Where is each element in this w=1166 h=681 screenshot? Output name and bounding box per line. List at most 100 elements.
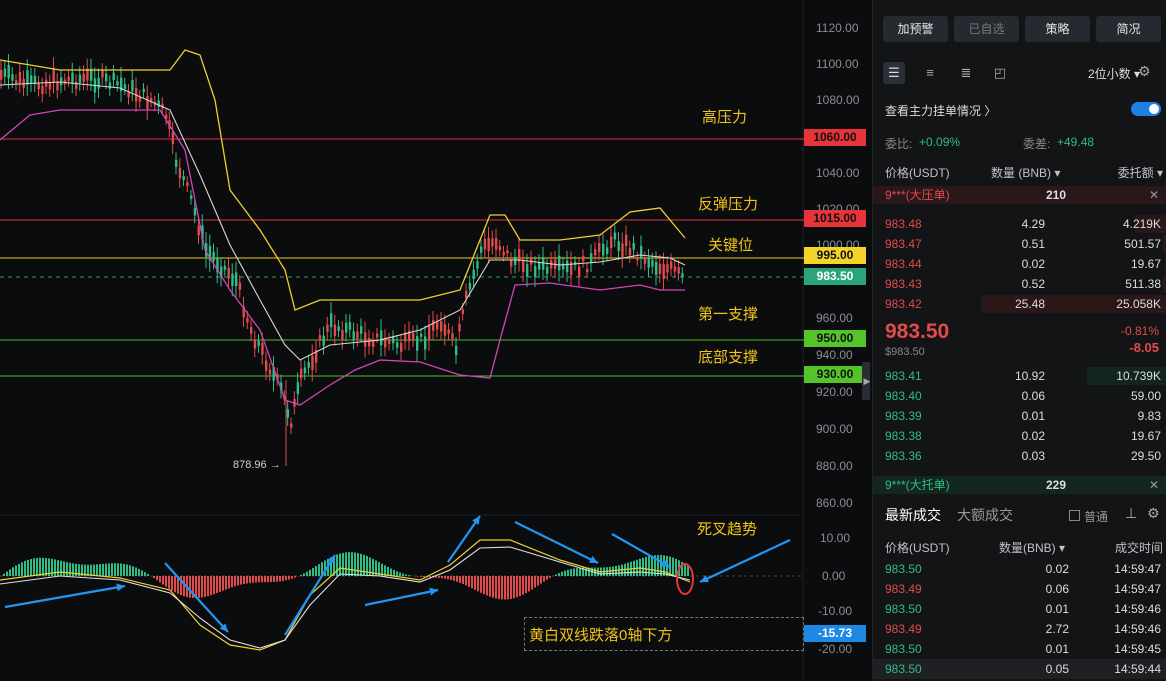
close-icon[interactable]: ✕ (1149, 476, 1159, 494)
bid-row[interactable]: 983.40 0.06 59.00 (873, 386, 1166, 406)
candle-body (105, 73, 108, 82)
macd-histogram-bar (105, 563, 107, 576)
candle-body (613, 232, 617, 240)
bid-total: 29.50 (1130, 449, 1161, 463)
candle-body (602, 243, 605, 256)
macd-histogram-bar (162, 576, 164, 585)
ask-price: 983.48 (885, 217, 922, 231)
macd-histogram-bar (90, 564, 92, 576)
candle-body (566, 260, 569, 273)
trade-row: 983.49 2.72 14:59:46 (873, 619, 1166, 639)
macd-histogram-bar (687, 565, 689, 576)
macd-histogram-bar (543, 576, 545, 582)
candle-body (190, 195, 193, 199)
candle-body (341, 330, 344, 341)
favorited-button[interactable]: 已自选 (954, 16, 1019, 42)
bid-row[interactable]: 983.38 0.02 19.67 (873, 426, 1166, 446)
macd-histogram-bar (513, 576, 515, 599)
price-chart-area[interactable]: 1120.00 1100.00 1080.00 1040.00 1020.00 … (0, 0, 870, 681)
overview-button[interactable]: 简况 (1096, 16, 1161, 42)
arrow-head (429, 587, 438, 596)
bid-row[interactable]: 983.39 0.01 9.83 (873, 406, 1166, 426)
candle-body (461, 309, 465, 315)
trade-price: 983.49 (885, 582, 922, 596)
depth-chart-icon[interactable]: ◰ (989, 62, 1011, 84)
tab-latest-trades[interactable]: 最新成交 (885, 505, 941, 525)
macd-histogram-bar (348, 552, 350, 576)
candle-body (52, 68, 55, 83)
candle-body (78, 74, 82, 83)
ask-row[interactable]: 983.44 0.02 19.67 (873, 254, 1166, 274)
filter-icon[interactable]: ⊥ (1125, 505, 1137, 522)
arrow-head (116, 583, 125, 592)
macd-histogram-bar (258, 576, 260, 583)
macd-histogram-bar (468, 576, 470, 587)
ask-row[interactable]: 983.43 0.52 511.38 (873, 274, 1166, 294)
candle-body (257, 340, 260, 347)
orderbook-asks-view-icon[interactable]: ≣ (955, 62, 977, 84)
macd-histogram-bar (306, 571, 308, 576)
candle-body (640, 245, 643, 259)
ask-row[interactable]: 983.48 4.29 4.219K (873, 214, 1166, 234)
candle-body (468, 282, 472, 290)
ask-row[interactable]: 983.47 0.51 501.57 (873, 234, 1166, 254)
macd-histogram-bar (171, 576, 173, 591)
candle-body (428, 325, 431, 340)
big-ask-order[interactable]: 9***(大压单) 210 ✕ (873, 186, 1166, 204)
gear-icon[interactable]: ⚙ (1138, 63, 1151, 80)
trades-qty-header[interactable]: 数量(BNB) ▾ (999, 539, 1065, 556)
candle-body (101, 70, 104, 78)
last-price: 983.50 (885, 320, 950, 343)
y-axis-label: 1080.00 (816, 93, 860, 107)
main-orders-toggle[interactable] (1131, 102, 1161, 116)
candle-body (558, 255, 561, 271)
macd-histogram-bar (3, 573, 5, 576)
trade-row: 983.50 0.01 14:59:46 (873, 599, 1166, 619)
bid-qty: 10.92 (1014, 369, 1045, 383)
ask-row[interactable]: 983.42 25.48 25.058K (873, 294, 1166, 314)
ask-total: 19.67 (1130, 257, 1161, 271)
checkbox-icon[interactable] (1069, 510, 1080, 521)
ask-qty: 0.52 (1021, 277, 1045, 291)
tab-large-trades[interactable]: 大额成交 (957, 505, 1013, 525)
decimals-dropdown[interactable]: 2位小数 ▾ (1088, 65, 1140, 82)
macd-histogram-bar (315, 566, 317, 576)
main-orders-link[interactable]: 查看主力挂单情况 〉 (885, 102, 996, 119)
macd-histogram-bar (216, 576, 218, 594)
y-axis-label: 1100.00 (816, 57, 859, 71)
candle-body (388, 339, 391, 344)
trades-tabs: 最新成交 大额成交 普通 ⊥ ⚙ (885, 505, 1163, 525)
trade-row: 983.50 0.02 14:59:47 (873, 559, 1166, 579)
normal-filter[interactable]: 普通 (1069, 508, 1108, 525)
macd-histogram-bar (279, 576, 281, 582)
candle-body (142, 88, 145, 93)
strategy-button[interactable]: 策略 (1025, 16, 1090, 42)
orderbook-both-view-icon[interactable]: ☰ (883, 62, 905, 84)
orderbook-total-header[interactable]: 委托额 ▾ (1118, 164, 1163, 181)
orderbook-bids-view-icon[interactable]: ≡ (919, 62, 941, 84)
macd-histogram-bar (585, 567, 587, 576)
candlestick-chart[interactable] (0, 0, 870, 681)
close-icon[interactable]: ✕ (1149, 186, 1159, 204)
candle-body (48, 82, 52, 90)
macd-histogram-bar (276, 576, 278, 582)
orderbook-qty-header[interactable]: 数量 (BNB) ▾ (991, 164, 1060, 181)
macd-histogram-bar (456, 576, 458, 582)
gear-icon[interactable]: ⚙ (1147, 505, 1160, 522)
candle-body (300, 368, 303, 379)
trade-price: 983.50 (885, 602, 922, 616)
big-bid-order[interactable]: 9***(大托单) 229 ✕ (873, 476, 1166, 494)
bid-row[interactable]: 983.41 10.92 10.739K (873, 366, 1166, 386)
bid-row[interactable]: 983.36 0.03 29.50 (873, 446, 1166, 466)
add-alert-button[interactable]: 加预警 (883, 16, 948, 42)
macd-histogram-bar (12, 567, 14, 576)
macd-histogram-bar (459, 576, 461, 583)
macd-histogram-bar (408, 575, 410, 576)
candle-body (212, 251, 215, 261)
y-axis-label: 880.00 (816, 459, 853, 473)
candle-body (487, 237, 490, 252)
candle-body (30, 75, 33, 84)
macd-histogram-bar (570, 569, 572, 576)
macd-histogram-bar (390, 568, 392, 576)
chevron-right-icon[interactable]: ▶ (862, 362, 870, 400)
